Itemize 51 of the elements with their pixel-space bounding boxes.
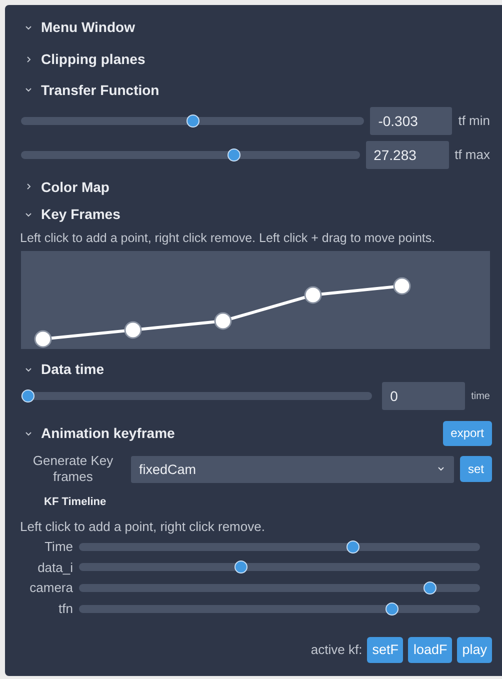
chevron-icon[interactable] — [25, 183, 32, 190]
track-label: tfn — [58, 601, 73, 616]
number-field[interactable]: -0.303 — [370, 106, 452, 135]
chevron-icon[interactable] — [25, 210, 32, 218]
timeline-track[interactable] — [79, 563, 480, 572]
chevron-icon[interactable] — [25, 430, 32, 437]
slider-thumb[interactable] — [385, 602, 398, 616]
chevron-icon[interactable] — [25, 366, 32, 373]
field-label: tf min — [458, 113, 490, 128]
slider-track[interactable] — [21, 392, 372, 400]
caret-icon — [438, 467, 444, 472]
key-point[interactable] — [34, 330, 52, 348]
keyframe-select[interactable]: fixedCam — [131, 456, 454, 483]
slider-thumb[interactable] — [234, 560, 248, 574]
number-field[interactable]: 0 — [382, 382, 466, 410]
slider-thumb[interactable] — [346, 540, 360, 554]
key-point[interactable] — [214, 312, 232, 330]
key-point[interactable] — [393, 276, 411, 294]
field-label: time — [471, 390, 490, 402]
track-label: camera — [28, 580, 73, 596]
key-point[interactable] — [304, 286, 322, 304]
field-label: Generate Key frames — [32, 453, 114, 486]
slider-track[interactable] — [21, 150, 360, 159]
slider-track[interactable] — [21, 116, 364, 125]
timeline-track[interactable] — [79, 542, 480, 551]
track-label: Time — [44, 539, 73, 554]
active-keyframe-label: active kf: — [310, 642, 362, 657]
curve-editor[interactable] — [21, 250, 490, 349]
slider-thumb[interactable] — [186, 114, 200, 128]
section-title[interactable]: Data time — [41, 361, 104, 378]
slider-thumb[interactable] — [228, 148, 241, 162]
field-label: tf max — [454, 147, 490, 162]
slider-thumb[interactable] — [22, 390, 34, 403]
number-field[interactable]: 27.283 — [366, 140, 449, 169]
chevron-icon[interactable] — [25, 24, 32, 31]
section-title[interactable]: KF Timeline — [44, 496, 106, 508]
chevron-icon[interactable] — [25, 86, 32, 93]
slider-thumb[interactable] — [424, 581, 437, 594]
section-title[interactable]: Transfer Function — [41, 82, 160, 98]
section-title[interactable]: Color Map — [41, 178, 110, 195]
instruction-text: Left click to add a point, right click remove. — [20, 519, 266, 534]
chevron-icon[interactable] — [25, 56, 32, 63]
key-point[interactable] — [124, 320, 142, 338]
section-title[interactable]: Clipping planes — [41, 51, 146, 68]
timeline-track[interactable] — [79, 604, 480, 613]
track-label: data_i — [36, 560, 73, 575]
timeline-track[interactable] — [79, 584, 480, 592]
section-title[interactable]: Animation keyframe — [41, 425, 175, 442]
instruction-text: Left click to add a point, right click remove. Left click + drag to move points. — [20, 230, 436, 245]
section-title[interactable]: Menu Window — [41, 19, 135, 36]
section-title[interactable]: Key Frames — [41, 206, 120, 222]
